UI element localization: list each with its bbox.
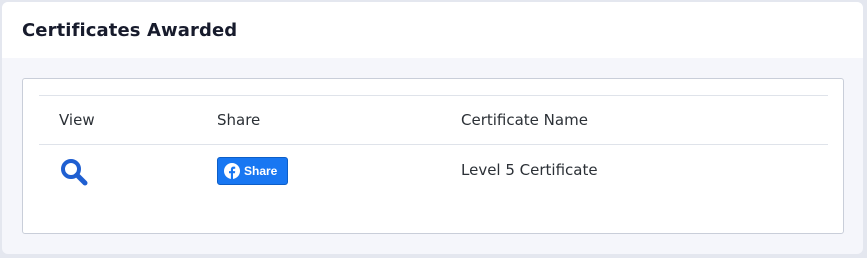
card-header: Certificates Awarded (2, 2, 863, 58)
column-header-view: View (59, 111, 95, 129)
table-header: View Share Certificate Name (39, 96, 828, 145)
share-cell: Share (217, 157, 289, 185)
facebook-icon (224, 163, 240, 179)
facebook-share-button[interactable]: Share (217, 157, 289, 185)
card-title: Certificates Awarded (22, 19, 238, 41)
column-header-share: Share (217, 111, 261, 129)
table-row: Share Level 5 Certificate (39, 145, 828, 200)
search-icon[interactable] (59, 157, 89, 187)
card-body: View Share Certificate Name Share Level … (22, 78, 844, 234)
certificate-name: Level 5 Certificate (461, 161, 598, 179)
certificates-card: Certificates Awarded View Share Certific… (2, 2, 863, 254)
share-button-label: Share (244, 164, 278, 178)
certificates-table: View Share Certificate Name Share Level … (39, 95, 828, 200)
column-header-certificate-name: Certificate Name (461, 111, 588, 129)
